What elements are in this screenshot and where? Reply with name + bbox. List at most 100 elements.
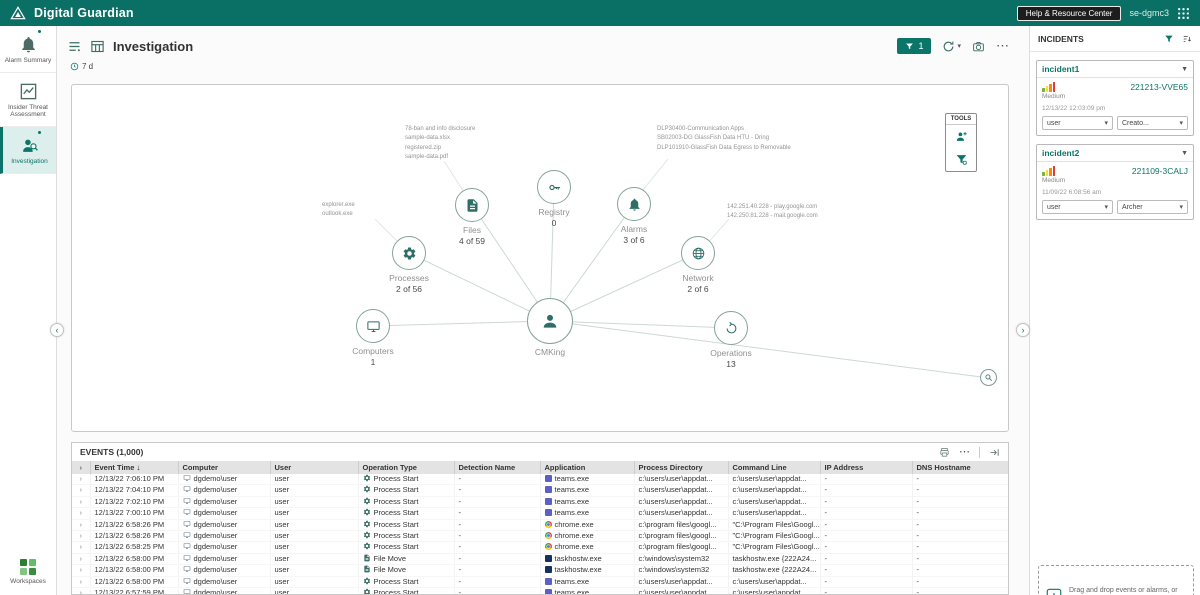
column-header[interactable]: Event Time↓ bbox=[90, 461, 178, 474]
table-row[interactable]: ›12/13/22 6:57:59 PMdgdemo\useruserProce… bbox=[72, 588, 1009, 595]
cell-ip-address: - bbox=[820, 474, 912, 485]
collapse-events-button[interactable] bbox=[989, 447, 1000, 458]
incident-assignee-select[interactable]: user ▾ bbox=[1042, 116, 1113, 130]
row-expand-chevron[interactable]: › bbox=[72, 565, 90, 576]
graph-node-operations[interactable]: Operations 13 bbox=[693, 311, 769, 369]
taskhost-app-icon bbox=[545, 555, 552, 562]
view-toggle-table-icon[interactable] bbox=[90, 39, 105, 54]
column-header[interactable]: Command Line bbox=[728, 461, 820, 474]
incident-card[interactable]: incident1 ▼ Medium 221213-VVE65 12/13/22… bbox=[1036, 60, 1194, 136]
graph-node-processes[interactable]: Processes 2 of 56 bbox=[371, 236, 447, 294]
annotation-line: DLP30400-Communication Apps bbox=[657, 125, 791, 134]
monitor-icon bbox=[366, 319, 381, 334]
annotation-line: explorer.exe bbox=[322, 201, 355, 210]
events-more-button[interactable]: ⋯ bbox=[959, 448, 970, 456]
filter-button[interactable]: 1 bbox=[897, 38, 931, 54]
graph-annotation-network: 142.251.40.228 - play.google.com 142.250… bbox=[727, 203, 818, 222]
print-button[interactable] bbox=[939, 447, 950, 458]
more-options-button[interactable]: ⋯ bbox=[996, 41, 1009, 51]
sort-desc-icon[interactable]: ↓ bbox=[136, 463, 140, 472]
table-row[interactable]: ›12/13/22 6:58:26 PMdgdemo\useruserProce… bbox=[72, 519, 1009, 530]
table-row[interactable]: ›12/13/22 7:06:10 PMdgdemo\useruserProce… bbox=[72, 474, 1009, 485]
cell-process-directory: c:\users\user\appdat... bbox=[634, 588, 728, 595]
files-icon bbox=[465, 198, 480, 213]
create-incident-dropzone[interactable]: Drag and drop events or alarms, or click… bbox=[1038, 565, 1194, 595]
table-row[interactable]: ›12/13/22 7:02:10 PMdgdemo\useruserProce… bbox=[72, 496, 1009, 507]
chrome-app-icon bbox=[545, 543, 552, 550]
graph-node-network[interactable]: Network 2 of 6 bbox=[660, 236, 736, 294]
table-row[interactable]: ›12/13/22 6:58:00 PMdgdemo\useruserFile … bbox=[72, 565, 1009, 576]
cell-operation-type: Process Start bbox=[358, 519, 454, 530]
incident-id-link[interactable]: 221109-3CALJ bbox=[1132, 166, 1188, 176]
column-header[interactable]: Detection Name bbox=[454, 461, 540, 474]
row-expand-chevron[interactable]: › bbox=[72, 542, 90, 553]
time-range-label: 7 d bbox=[82, 62, 93, 71]
view-toggle-list-icon[interactable] bbox=[67, 39, 82, 54]
sidebar-item-alarm-summary[interactable]: Alarm Summary bbox=[0, 26, 56, 73]
incident-status-select[interactable]: Creato... ▾ bbox=[1117, 116, 1188, 130]
cell-computer: dgdemo\user bbox=[178, 588, 270, 595]
cell-user: user bbox=[270, 531, 358, 542]
row-expand-chevron[interactable]: › bbox=[72, 508, 90, 519]
table-row[interactable]: ›12/13/22 7:04:10 PMdgdemo\useruserProce… bbox=[72, 485, 1009, 496]
cell-dns-hostname: - bbox=[912, 496, 1009, 507]
filter-tool-button[interactable] bbox=[946, 148, 976, 171]
chevron-down-icon[interactable]: ▼ bbox=[1181, 66, 1188, 73]
graph-node-computers[interactable]: Computers 1 bbox=[335, 309, 411, 367]
incidents-filter-button[interactable] bbox=[1164, 34, 1174, 44]
incident-card-header[interactable]: incident2 ▼ bbox=[1037, 145, 1193, 162]
table-row[interactable]: ›12/13/22 6:58:00 PMdgdemo\useruserProce… bbox=[72, 576, 1009, 587]
help-resource-center-button[interactable]: Help & Resource Center bbox=[1017, 6, 1122, 21]
snapshot-button[interactable] bbox=[972, 40, 985, 53]
row-expand-chevron[interactable]: › bbox=[72, 496, 90, 507]
column-header[interactable]: DNS Hostname bbox=[912, 461, 1009, 474]
process-start-icon bbox=[363, 497, 371, 505]
column-header[interactable]: IP Address bbox=[820, 461, 912, 474]
expand-all-header[interactable]: › bbox=[72, 461, 90, 474]
graph-node-cmking[interactable]: CMKing bbox=[512, 298, 588, 358]
computer-icon bbox=[183, 542, 191, 550]
time-range-chip[interactable]: 7 d bbox=[70, 62, 93, 71]
top-bar: Digital Guardian Help & Resource Center … bbox=[0, 0, 1200, 26]
incident-status-select[interactable]: Archer ▾ bbox=[1117, 200, 1188, 214]
chevron-down-icon[interactable]: ▼ bbox=[1181, 150, 1188, 157]
row-expand-chevron[interactable]: › bbox=[72, 531, 90, 542]
table-row[interactable]: ›12/13/22 6:58:26 PMdgdemo\useruserProce… bbox=[72, 531, 1009, 542]
row-expand-chevron[interactable]: › bbox=[72, 519, 90, 530]
table-row[interactable]: ›12/13/22 6:58:00 PMdgdemo\useruserFile … bbox=[72, 553, 1009, 564]
cell-detection-name: - bbox=[454, 519, 540, 530]
row-expand-chevron[interactable]: › bbox=[72, 588, 90, 595]
funnel-icon bbox=[905, 42, 914, 51]
sidebar-item-workspaces[interactable]: Workspaces bbox=[0, 551, 56, 595]
sidebar-item-investigation[interactable]: Investigation bbox=[0, 127, 56, 174]
incident-card[interactable]: incident2 ▼ Medium 221109-3CALJ 11/09/22… bbox=[1036, 144, 1194, 220]
collapse-right-panel-handle[interactable]: › bbox=[1016, 323, 1030, 337]
cell-application: teams.exe bbox=[540, 496, 634, 507]
refresh-button[interactable]: ▾ bbox=[942, 40, 961, 53]
column-header[interactable]: Computer bbox=[178, 461, 270, 474]
column-header[interactable]: Process Directory bbox=[634, 461, 728, 474]
sidebar-item-insider-threat[interactable]: Insider Threat Assessment bbox=[0, 73, 56, 127]
incident-assignee-select[interactable]: user ▾ bbox=[1042, 200, 1113, 214]
incident-card-header[interactable]: incident1 ▼ bbox=[1037, 61, 1193, 78]
column-header[interactable]: User bbox=[270, 461, 358, 474]
printer-icon bbox=[939, 447, 950, 458]
column-header[interactable]: Operation Type bbox=[358, 461, 454, 474]
expand-entity-tool-button[interactable] bbox=[946, 125, 976, 148]
row-expand-chevron[interactable]: › bbox=[72, 485, 90, 496]
incidents-sort-button[interactable] bbox=[1182, 34, 1192, 44]
row-expand-chevron[interactable]: › bbox=[72, 553, 90, 564]
zoom-button[interactable] bbox=[980, 369, 997, 386]
apps-grid-icon[interactable] bbox=[1177, 7, 1190, 20]
table-row[interactable]: ›12/13/22 6:58:25 PMdgdemo\useruserProce… bbox=[72, 542, 1009, 553]
collapse-left-panel-handle[interactable]: ‹ bbox=[50, 323, 64, 337]
status-value: Creato... bbox=[1122, 120, 1149, 127]
row-expand-chevron[interactable]: › bbox=[72, 474, 90, 485]
chevron-down-icon: ▾ bbox=[1104, 203, 1108, 211]
row-expand-chevron[interactable]: › bbox=[72, 576, 90, 587]
table-row[interactable]: ›12/13/22 7:00:10 PMdgdemo\useruserProce… bbox=[72, 508, 1009, 519]
assignee-value: user bbox=[1047, 204, 1061, 211]
incident-id-link[interactable]: 221213-VVE65 bbox=[1130, 82, 1188, 92]
graph-node-registry[interactable]: Registry 0 bbox=[516, 170, 592, 228]
column-header[interactable]: Application bbox=[540, 461, 634, 474]
